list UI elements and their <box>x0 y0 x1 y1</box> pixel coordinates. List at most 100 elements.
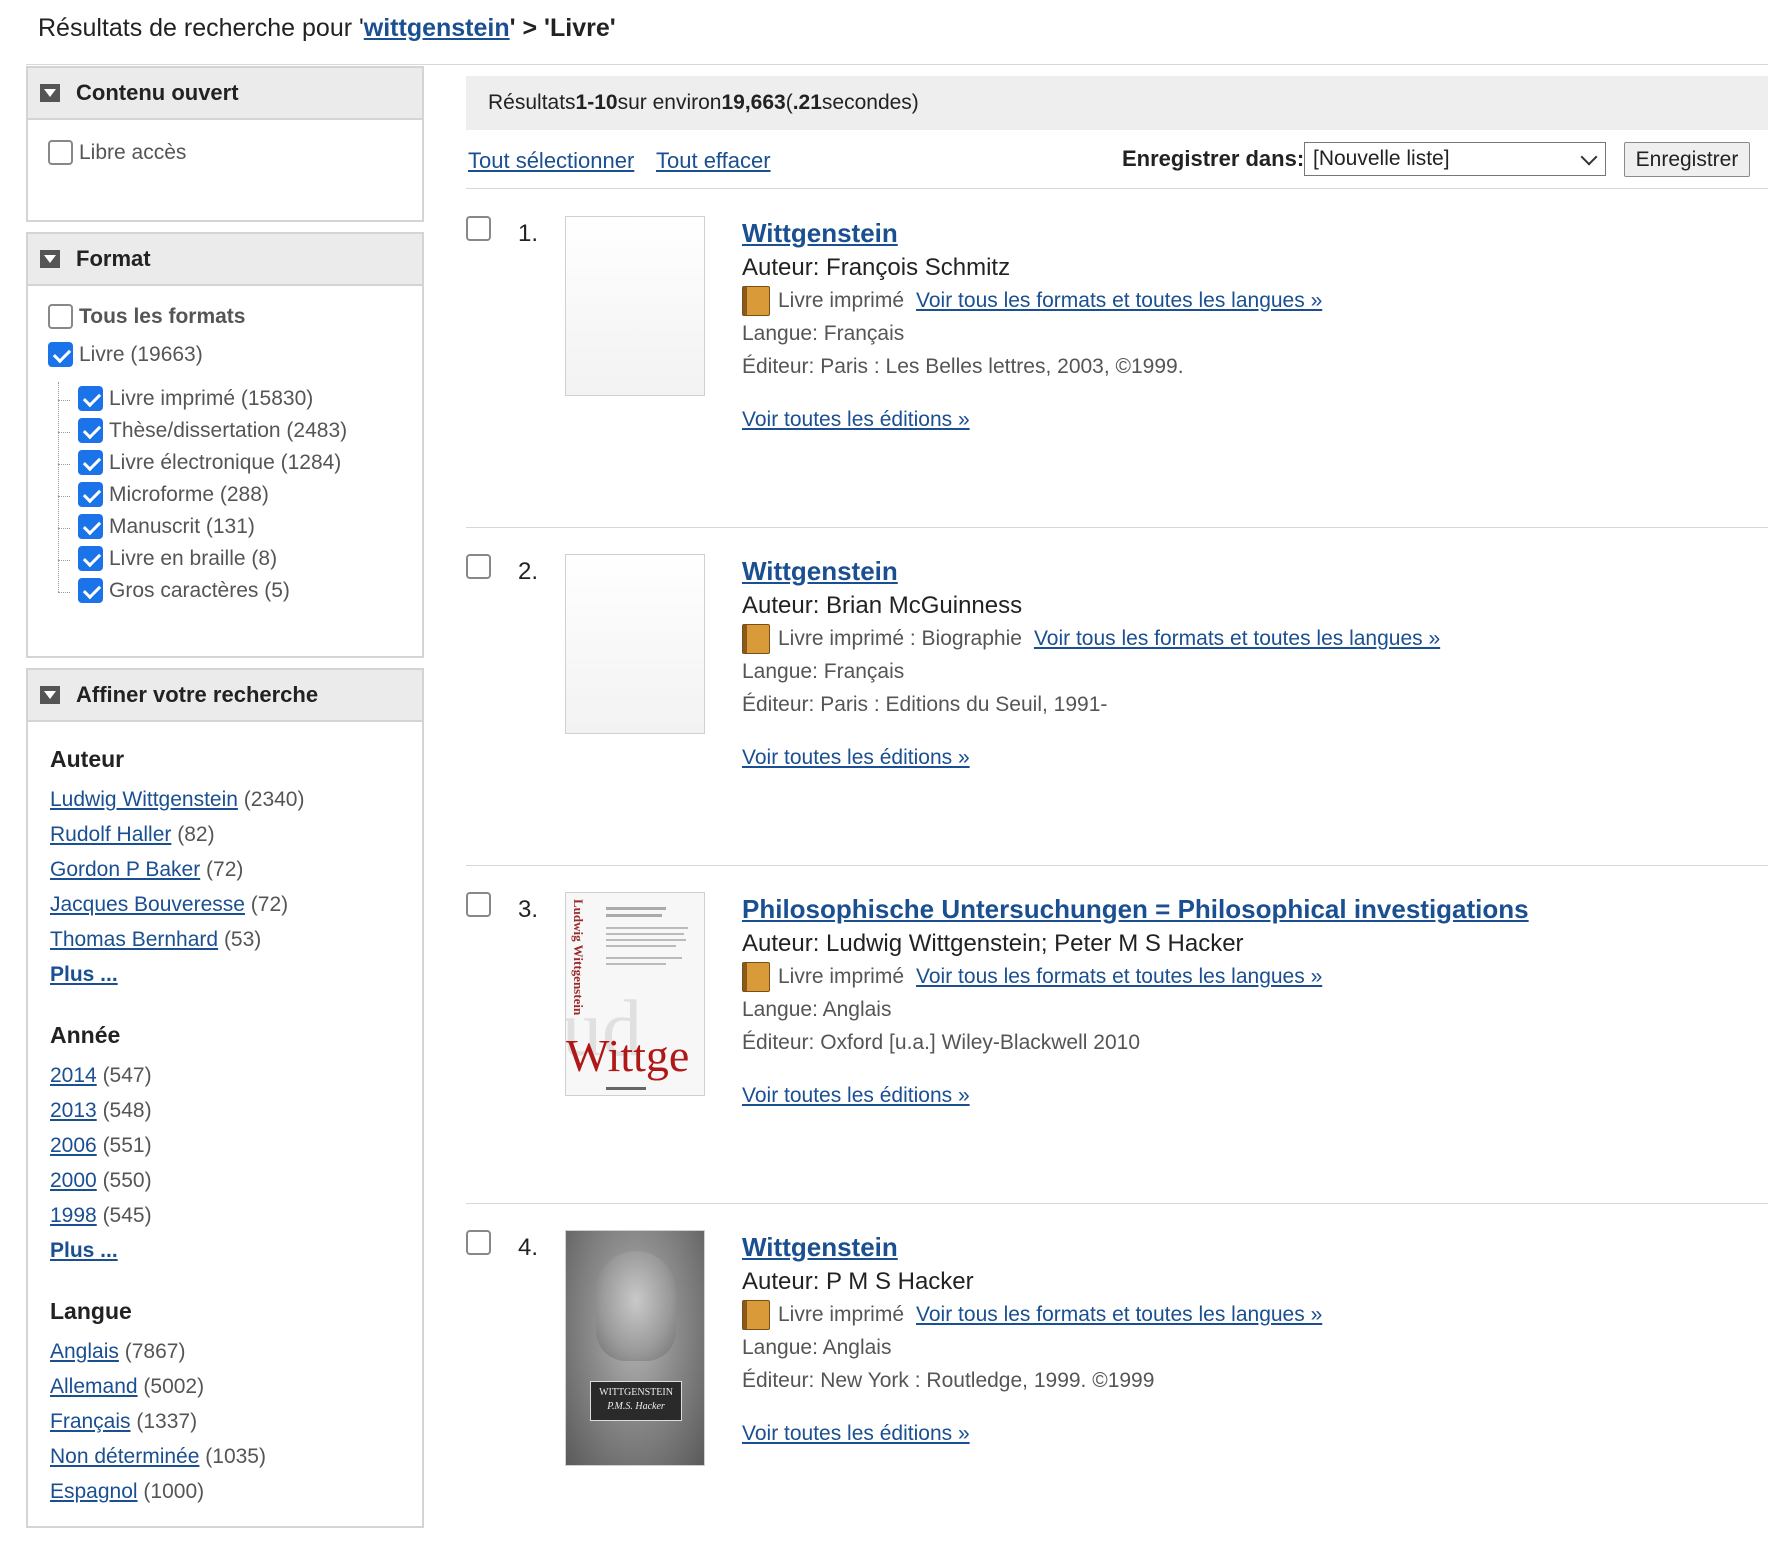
book-cover-placeholder[interactable] <box>565 216 705 396</box>
result-title-link[interactable]: Wittgenstein <box>742 1232 898 1263</box>
all-formats-link[interactable]: Voir tous les formats et toutes les lang… <box>916 965 1322 989</box>
result-number: 4. <box>518 1234 539 1261</box>
result-author: Auteur: P M S Hacker <box>742 1268 974 1295</box>
format-sub-checkbox[interactable] <box>78 450 103 475</box>
format-sub-checkbox[interactable] <box>78 514 103 539</box>
select-all-link[interactable]: Tout sélectionner <box>468 148 634 174</box>
tree-branch <box>58 400 70 401</box>
facet-author-link[interactable]: Ludwig Wittgenstein <box>50 788 238 811</box>
result-language: Langue: Anglais <box>742 998 892 1021</box>
format-panel: Format Tous les formats Livre (19663) Li… <box>26 232 424 658</box>
result-format: Livre imprimé Voir tous les formats et t… <box>742 962 1322 992</box>
format-sub-option[interactable]: Livre électronique (1284) <box>78 450 341 475</box>
all-editions-link[interactable]: Voir toutes les éditions » <box>742 408 970 432</box>
facet-author-link[interactable]: Jacques Bouveresse <box>50 893 245 916</box>
facet-year-link[interactable]: 1998 <box>50 1204 97 1227</box>
format-livre-checkbox[interactable] <box>48 342 73 367</box>
facet-author-more-link[interactable]: Plus ... <box>50 963 118 987</box>
format-sub-option[interactable]: Livre imprimé (15830) <box>78 386 313 411</box>
facet-year-heading: Année <box>50 1022 121 1048</box>
result-item: 4. WITTGENSTEIN P.M.S. Hacker Wittgenste… <box>466 1204 1768 1542</box>
all-formats-link[interactable]: Voir tous les formats et toutes les lang… <box>916 289 1322 313</box>
facet-year-link[interactable]: 2006 <box>50 1134 97 1157</box>
facet-author-link[interactable]: Gordon P Baker <box>50 858 200 881</box>
list-select[interactable]: [Nouvelle liste] <box>1304 142 1606 176</box>
result-title-link[interactable]: Philosophische Untersuchungen = Philosop… <box>742 894 1529 925</box>
format-sub-checkbox[interactable] <box>78 386 103 411</box>
book-cover-image[interactable]: Ludwig Wittgenstein ud Wittge <box>565 892 705 1096</box>
facet-author-item: Thomas Bernhard (53) <box>50 928 262 951</box>
results-summary: Résultats 1-10 sur environ 19,663 (.21 s… <box>466 76 1768 130</box>
result-title-link[interactable]: Wittgenstein <box>742 218 898 249</box>
all-formats-link[interactable]: Voir tous les formats et toutes les lang… <box>916 1303 1322 1327</box>
format-all-option[interactable]: Tous les formats <box>48 304 245 329</box>
facet-author-link[interactable]: Thomas Bernhard <box>50 928 218 951</box>
facet-year-item: 2000 (550) <box>50 1169 152 1192</box>
result-language: Langue: Anglais <box>742 1336 892 1359</box>
query-link[interactable]: wittgenstein <box>364 14 510 42</box>
open-content-header[interactable]: Contenu ouvert <box>28 68 422 120</box>
result-item: 1. Wittgenstein Auteur: François Schmitz… <box>466 190 1768 528</box>
refine-header[interactable]: Affiner votre recherche <box>28 670 422 722</box>
result-number: 3. <box>518 896 539 923</box>
open-access-option[interactable]: Libre accès <box>48 140 186 165</box>
format-sub-option[interactable]: Gros caractères (5) <box>78 578 290 603</box>
format-sub-option[interactable]: Manuscrit (131) <box>78 514 255 539</box>
facet-language-link[interactable]: Allemand <box>50 1375 138 1398</box>
facet-year-item: 2013 (548) <box>50 1099 152 1122</box>
cover-portrait <box>596 1251 676 1361</box>
format-sub-checkbox[interactable] <box>78 418 103 443</box>
collapse-triangle-icon[interactable] <box>40 250 60 268</box>
refine-panel: Affiner votre recherche Auteur Ludwig Wi… <box>26 668 424 1528</box>
facet-language-item: Anglais (7867) <box>50 1340 186 1363</box>
facet-language-item: Espagnol (1000) <box>50 1480 205 1503</box>
format-sub-option[interactable]: Microforme (288) <box>78 482 269 507</box>
result-author: Auteur: Brian McGuinness <box>742 592 1023 619</box>
collapse-triangle-icon[interactable] <box>40 686 60 704</box>
facet-language-link[interactable]: Non déterminée <box>50 1445 199 1468</box>
result-author: Auteur: François Schmitz <box>742 254 1011 281</box>
facet-year-item: 1998 (545) <box>50 1204 152 1227</box>
book-cover-image[interactable]: WITTGENSTEIN P.M.S. Hacker <box>565 1230 705 1466</box>
result-number: 1. <box>518 220 539 247</box>
book-icon <box>742 962 770 992</box>
all-formats-link[interactable]: Voir tous les formats et toutes les lang… <box>1034 627 1440 651</box>
collapse-triangle-icon[interactable] <box>40 84 60 102</box>
clear-all-link[interactable]: Tout effacer <box>656 148 771 174</box>
cover-label-box: WITTGENSTEIN P.M.S. Hacker <box>590 1381 682 1421</box>
format-sub-option[interactable]: Livre en braille (8) <box>78 546 277 571</box>
format-sub-checkbox[interactable] <box>78 546 103 571</box>
result-checkbox[interactable] <box>466 892 491 917</box>
result-checkbox[interactable] <box>466 554 491 579</box>
format-header[interactable]: Format <box>28 234 422 286</box>
result-item: 3. Ludwig Wittgenstein ud Wittge Philoso… <box>466 866 1768 1204</box>
format-all-checkbox[interactable] <box>48 304 73 329</box>
cover-author-text: P.M.S. Hacker <box>607 1401 665 1412</box>
result-title-link[interactable]: Wittgenstein <box>742 556 898 587</box>
facet-year-link[interactable]: 2000 <box>50 1169 97 1192</box>
format-livre-option[interactable]: Livre (19663) <box>48 342 203 367</box>
result-checkbox[interactable] <box>466 216 491 241</box>
format-sub-option[interactable]: Thèse/dissertation (2483) <box>78 418 347 443</box>
facet-year-more-link[interactable]: Plus ... <box>50 1239 118 1263</box>
result-format: Livre imprimé : Biographie Voir tous les… <box>742 624 1440 654</box>
facet-language-link[interactable]: Français <box>50 1410 131 1433</box>
facet-year-link[interactable]: 2013 <box>50 1099 97 1122</box>
book-cover-placeholder[interactable] <box>565 554 705 734</box>
result-publisher: Éditeur: New York : Routledge, 1999. ©19… <box>742 1369 1155 1392</box>
save-button[interactable]: Enregistrer <box>1624 142 1750 177</box>
tree-branch <box>58 432 70 433</box>
facet-language-link[interactable]: Anglais <box>50 1340 119 1363</box>
facet-author-link[interactable]: Rudolf Haller <box>50 823 171 846</box>
result-checkbox[interactable] <box>466 1230 491 1255</box>
result-publisher: Éditeur: Oxford [u.a.] Wiley-Blackwell 2… <box>742 1031 1140 1054</box>
format-crumb: Livre <box>550 14 610 42</box>
all-editions-link[interactable]: Voir toutes les éditions » <box>742 1084 970 1108</box>
format-sub-checkbox[interactable] <box>78 482 103 507</box>
facet-year-link[interactable]: 2014 <box>50 1064 97 1087</box>
all-editions-link[interactable]: Voir toutes les éditions » <box>742 746 970 770</box>
facet-language-link[interactable]: Espagnol <box>50 1480 138 1503</box>
format-sub-checkbox[interactable] <box>78 578 103 603</box>
open-access-checkbox[interactable] <box>48 140 73 165</box>
all-editions-link[interactable]: Voir toutes les éditions » <box>742 1422 970 1446</box>
